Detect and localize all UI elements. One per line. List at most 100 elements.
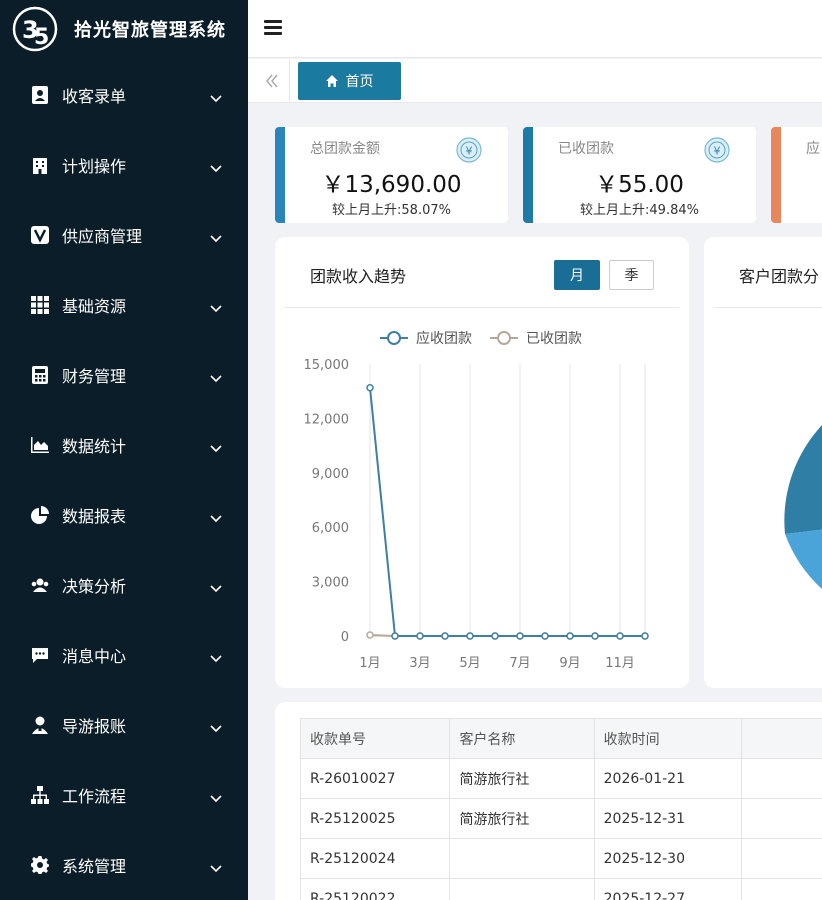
sidebar-item-供应商管理[interactable]: 供应商管理 <box>0 200 248 270</box>
pie-chart-icon <box>30 505 50 525</box>
grid-icon <box>30 295 50 315</box>
home-icon <box>325 75 338 87</box>
sidebar-item-label: 供应商管理 <box>62 227 143 246</box>
x-tick-label: 9月 <box>559 656 580 671</box>
person-card-icon <box>30 85 50 105</box>
table-row[interactable]: R-25120024 2025-12-30 <box>299 838 822 879</box>
income-trend-chart: 0 3,000 6,000 9,000 12,000 15,000 1月 3月 5月 7月 9月 11… <box>304 330 649 671</box>
building-icon <box>30 155 50 175</box>
data-point <box>416 632 424 640</box>
donut-segment-main <box>784 425 822 534</box>
svg-text:¥: ¥ <box>714 145 721 158</box>
legend-label: 已收团款 <box>526 331 582 347</box>
sidebar-item-label: 导游报账 <box>62 717 127 736</box>
column-header-extra <box>740 718 822 759</box>
data-point <box>641 632 649 640</box>
chevron-down-icon <box>210 719 222 733</box>
yen-coin-icon: ¥ <box>704 137 730 163</box>
data-point <box>566 632 574 640</box>
svg-text:5: 5 <box>34 25 49 50</box>
sidebar-item-label: 基础资源 <box>62 297 127 316</box>
data-point <box>441 632 449 640</box>
brand: 3 5 拾光智旅管理系统 <box>0 0 248 58</box>
sidebar-item-收客录单[interactable]: 收客录单 <box>0 60 248 130</box>
stat-card-received: 已收团款 ¥ ￥55.00 较上月上升:49.84% <box>523 127 756 223</box>
table-row[interactable]: R-25120022 2025-12-27 <box>299 878 822 900</box>
sidebar-item-工作流程[interactable]: 工作流程 <box>0 760 248 830</box>
sidebar-item-数据报表[interactable]: 数据报表 <box>0 480 248 550</box>
cell-time: 2025-12-31 <box>593 798 742 839</box>
x-tick-label: 1月 <box>359 656 380 671</box>
cell-receipt-no: R-25120025 <box>299 798 451 839</box>
cell-extra <box>740 838 822 879</box>
users-icon <box>30 575 50 595</box>
stat-value: ￥55.00 <box>595 172 684 198</box>
cell-time: 2025-12-27 <box>593 878 742 900</box>
stat-label: 应 <box>806 141 820 157</box>
y-tick-label: 15,000 <box>304 358 350 373</box>
area-chart-icon <box>30 435 50 455</box>
calculator-icon <box>30 365 50 385</box>
sidebar-item-label: 消息中心 <box>62 647 127 666</box>
table-header-row: 收款单号 客户名称 收款时间 <box>299 718 822 759</box>
data-point <box>616 632 624 640</box>
sidebar-item-label: 数据统计 <box>62 437 127 456</box>
data-point <box>541 632 549 640</box>
sidebar-item-导游报账[interactable]: 导游报账 <box>0 690 248 760</box>
legend-marker <box>497 331 511 345</box>
x-tick-label: 3月 <box>409 656 430 671</box>
donut-segment-secondary <box>785 529 822 589</box>
column-header-customer[interactable]: 客户名称 <box>449 718 595 759</box>
menu-toggle-icon[interactable] <box>264 20 282 36</box>
chevron-down-icon <box>210 229 222 243</box>
y-tick-label: 6,000 <box>312 521 349 536</box>
payment-table: 收款单号 客户名称 收款时间 R-26010027 简游旅行社 2026-01-… <box>299 718 822 900</box>
sidebar-menu: 收客录单 计划操作 供应商管理 基础资源 财务管理 数据统计 数据报表 决策分析… <box>0 60 248 900</box>
x-tick-label: 11月 <box>605 656 635 671</box>
table-row[interactable]: R-25120025 简游旅行社 2025-12-31 <box>299 798 822 839</box>
sidebar-item-label: 决策分析 <box>62 577 127 596</box>
sidebar-item-财务管理[interactable]: 财务管理 <box>0 340 248 410</box>
column-header-receipt-no[interactable]: 收款单号 <box>299 718 451 759</box>
sidebar-item-消息中心[interactable]: 消息中心 <box>0 620 248 690</box>
sitemap-icon <box>30 785 50 805</box>
sidebar-item-决策分析[interactable]: 决策分析 <box>0 550 248 620</box>
customer-share-card: 客户团款分 <box>704 237 822 688</box>
data-point <box>366 631 374 639</box>
sidebar-item-label: 数据报表 <box>62 507 127 526</box>
tab-home[interactable]: 首页 <box>298 62 401 100</box>
cell-customer: 简游旅行社 <box>449 798 595 839</box>
sidebar-item-基础资源[interactable]: 基础资源 <box>0 270 248 340</box>
sidebar-item-数据统计[interactable]: 数据统计 <box>0 410 248 480</box>
y-tick-label: 12,000 <box>304 412 350 427</box>
sidebar-item-label: 收客录单 <box>62 87 127 106</box>
sidebar-item-系统管理[interactable]: 系统管理 <box>0 830 248 900</box>
table-row[interactable]: R-26010027 简游旅行社 2026-01-21 <box>299 758 822 799</box>
stat-change: 较上月上升:58.07% <box>332 203 451 218</box>
stat-change: 较上月上升:49.84% <box>580 203 699 218</box>
logo-icon: 3 5 <box>12 6 58 52</box>
chevron-down-icon <box>210 439 222 453</box>
sidebar: 3 5 拾光智旅管理系统 收客录单 计划操作 供应商管理 基础资源 财务管理 数… <box>0 0 248 900</box>
column-header-time[interactable]: 收款时间 <box>593 718 742 759</box>
message-icon <box>30 645 50 665</box>
double-chevron-left-icon[interactable] <box>262 71 282 91</box>
sidebar-item-计划操作[interactable]: 计划操作 <box>0 130 248 200</box>
y-tick-label: 0 <box>341 630 349 645</box>
cell-customer <box>449 838 595 879</box>
data-point <box>466 632 474 640</box>
payment-table-card: 收款单号 客户名称 收款时间 R-26010027 简游旅行社 2026-01-… <box>275 702 822 900</box>
cell-extra <box>740 798 822 839</box>
customer-donut-chart <box>784 425 822 589</box>
tab-home-label: 首页 <box>345 74 374 90</box>
y-tick-label: 3,000 <box>312 576 349 591</box>
sidebar-item-label: 系统管理 <box>62 857 127 876</box>
cell-extra <box>740 758 822 799</box>
sidebar-item-label: 工作流程 <box>62 787 127 806</box>
chevron-down-icon <box>210 579 222 593</box>
data-point <box>516 632 524 640</box>
stat-label: 已收团款 <box>558 141 614 157</box>
data-point <box>491 632 499 640</box>
stat-value: ￥13,690.00 <box>321 172 462 198</box>
chevron-down-icon <box>210 89 222 103</box>
